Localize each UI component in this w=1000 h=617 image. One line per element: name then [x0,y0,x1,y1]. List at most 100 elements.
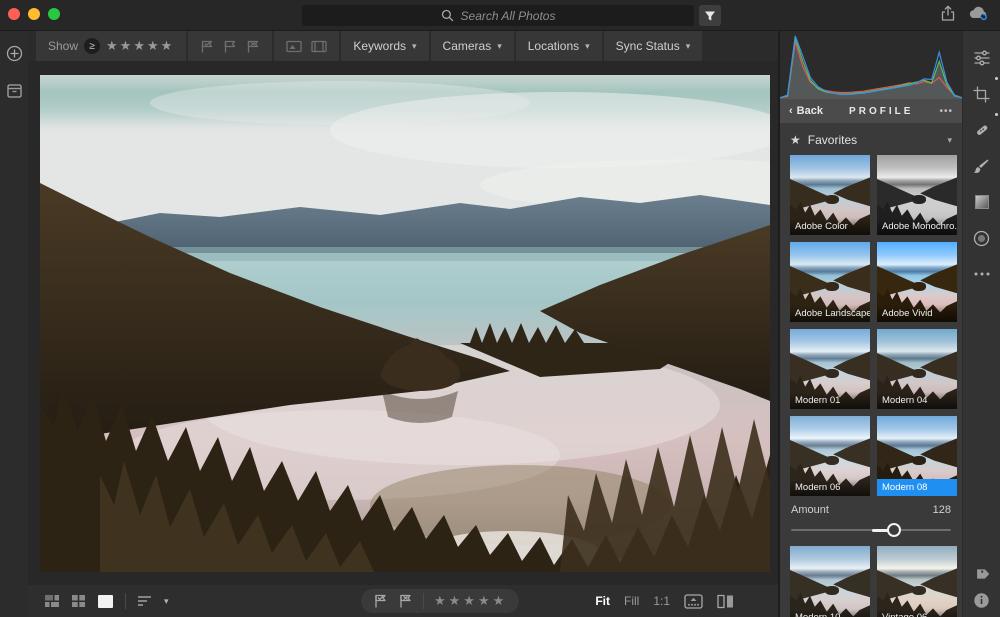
flag-filter[interactable] [188,31,272,61]
rating-stars[interactable]: ★★★★★ [106,38,174,54]
search-placeholder: Search All Photos [461,9,556,23]
profile-thumbnail-modern-10[interactable]: Modern 10 [790,546,870,617]
share-icon[interactable] [940,5,956,22]
divider [125,593,126,609]
slider-knob[interactable] [887,523,901,537]
filter-button[interactable] [699,5,721,26]
photo-rating-stars[interactable]: ★★★★★ [434,593,507,609]
info-icon[interactable] [973,592,990,609]
profile-grid-top: Adobe Color Adobe Monochro... Adob [790,155,952,496]
detail-view-icon[interactable] [97,594,114,609]
left-rail [0,31,28,617]
profile-name-label: Modern 01 [790,392,870,409]
profile-name-label: Modern 06 [790,479,870,496]
brush-tool[interactable] [967,151,997,181]
profile-thumbnail-adobe-landscape[interactable]: Adobe Landscape [790,242,870,322]
profile-name-label: Modern 10 [790,609,870,617]
more-tools-button[interactable] [967,259,997,289]
chevron-left-icon: ‹ [789,105,793,117]
linear-gradient-tool[interactable] [967,187,997,217]
edit-sliders-tool[interactable] [967,43,997,73]
histogram[interactable] [780,31,962,99]
profile-name-label: Adobe Color [790,218,870,235]
rating-flag-pill: ★★★★★ [361,589,519,613]
pick-flag-icon[interactable] [373,594,388,608]
panel-title: PROFILE [823,106,940,117]
back-button[interactable]: ‹ Back [789,105,823,117]
rating-operator-badge[interactable]: ≥ [84,38,100,54]
keywords-tag-icon[interactable] [973,566,991,584]
before-after-view-icon[interactable] [717,594,734,609]
show-label: Show [48,39,78,53]
reject-flag-icon[interactable] [398,594,413,608]
zoom-window-button[interactable] [48,8,60,20]
grid-view-icon[interactable] [44,594,60,608]
filter-dropdown-locations[interactable]: Locations ▾ [516,31,602,61]
flag-neutral-icon[interactable] [223,40,237,53]
profile-preview-image [877,546,957,617]
sort-icon[interactable] [137,595,153,607]
chevron-down-icon: ▾ [412,41,417,52]
edit-panel: ‹ Back PROFILE ••• ★ Favorites ▾ [780,31,963,617]
edit-indicator-dot [995,77,998,80]
my-photos-icon[interactable] [7,84,22,98]
chevron-down-icon: ▾ [686,41,691,52]
profile-name-label: Modern 08 [877,479,957,496]
sort-chevron-icon[interactable]: ▾ [164,596,169,607]
collapse-chevron-icon[interactable]: ▾ [947,135,952,146]
radial-gradient-tool[interactable] [967,223,997,253]
filter-dropdowns: Keywords ▾ Cameras ▾ Locations ▾ Sync St… [341,31,702,61]
minimize-window-button[interactable] [28,8,40,20]
amount-label: Amount [791,504,829,516]
profile-thumbnail-modern-01[interactable]: Modern 01 [790,329,870,409]
profile-thumbnail-adobe-color[interactable]: Adobe Color [790,155,870,235]
videos-icon[interactable] [311,40,327,53]
profile-thumbnail-adobe-monochro[interactable]: Adobe Monochro... [877,155,957,235]
divider [423,593,424,609]
add-photos-icon[interactable] [6,45,23,62]
profile-browser: ★ Favorites ▾ Adobe Color [780,123,962,617]
profile-thumbnail-vintage-06[interactable]: Vintage 06 [877,546,957,617]
media-type-filter[interactable] [274,31,339,61]
profile-name-label: Modern 04 [877,392,957,409]
flag-reject-icon[interactable] [246,40,260,53]
photo-canvas [28,61,778,585]
profile-preview-image [790,546,870,617]
cloud-sync-icon[interactable] [968,5,990,22]
amount-slider[interactable] [791,522,951,538]
window-controls [8,8,60,20]
filmstrip-toggle-icon[interactable] [684,594,703,609]
favorites-section-header[interactable]: ★ Favorites ▾ [790,125,952,155]
flag-pick-icon[interactable] [200,40,214,53]
profile-name-label: Vintage 06 [877,609,957,617]
favorites-star-icon: ★ [790,133,801,147]
tool-strip [963,31,1000,617]
zoom-one-to-one-button[interactable]: 1:1 [653,594,670,608]
main-photo[interactable] [40,75,770,572]
filter-dropdown-keywords[interactable]: Keywords ▾ [341,31,428,61]
rating-filter[interactable]: Show ≥ ★★★★★ [36,31,186,61]
profile-name-label: Adobe Landscape [790,305,870,322]
profile-thumbnail-adobe-vivid[interactable]: Adobe Vivid [877,242,957,322]
search-input[interactable]: Search All Photos [302,5,694,26]
profile-thumbnail-modern-08[interactable]: Modern 08 [877,416,957,496]
photos-icon[interactable] [286,40,302,53]
profile-thumbnail-modern-04[interactable]: Modern 04 [877,329,957,409]
close-window-button[interactable] [8,8,20,20]
zoom-fill-button[interactable]: Fill [624,594,639,608]
zoom-fit-button[interactable]: Fit [595,594,610,608]
more-options-button[interactable]: ••• [939,106,953,117]
square-grid-view-icon[interactable] [71,594,86,608]
filter-dropdown-cameras[interactable]: Cameras ▾ [431,31,514,61]
crop-tool[interactable] [967,79,997,109]
profile-grid-bottom: Modern 10 Vintage 06 [790,546,952,617]
filter-bar: Show ≥ ★★★★★ [28,31,778,61]
healing-brush-tool[interactable] [967,115,997,145]
amount-value: 128 [933,504,951,516]
profile-thumbnail-modern-06[interactable]: Modern 06 [790,416,870,496]
filter-dropdown-sync-status[interactable]: Sync Status ▾ [604,31,703,61]
title-bar: Search All Photos [0,0,1000,31]
search-icon [441,9,454,22]
chevron-down-icon: ▾ [585,41,590,52]
edit-indicator-dot [995,113,998,116]
